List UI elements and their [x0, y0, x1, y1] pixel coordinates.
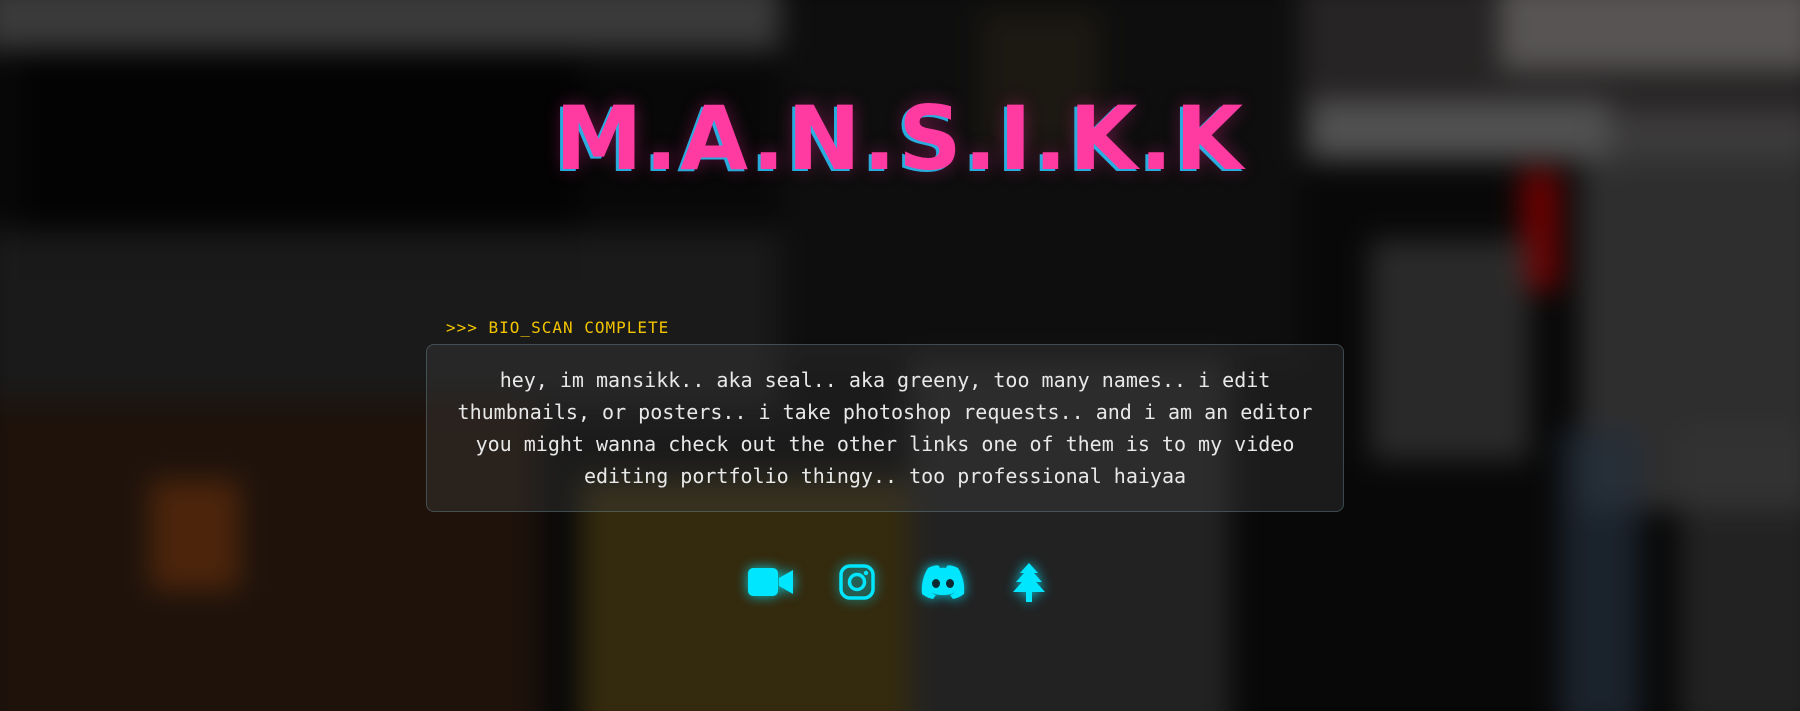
instagram-icon	[839, 564, 875, 600]
discord-icon	[921, 565, 965, 599]
discord-link[interactable]	[918, 560, 968, 604]
video-camera-icon	[748, 568, 793, 596]
bio-box: hey, im mansikk.. aka seal.. aka greeny,…	[426, 344, 1344, 512]
linktree-icon	[1013, 563, 1045, 602]
page: M.A.N.S.I.K.K >>> BIO_SCAN COMPLETE hey,…	[0, 0, 1800, 711]
social-links	[0, 560, 1800, 604]
video-portfolio-link[interactable]	[746, 560, 796, 604]
bio-scan-label: >>> BIO_SCAN COMPLETE	[446, 318, 670, 337]
instagram-link[interactable]	[832, 560, 882, 604]
site-title: M.A.N.S.I.K.K	[554, 87, 1246, 190]
bio-text: hey, im mansikk.. aka seal.. aka greeny,…	[457, 368, 1313, 488]
linktree-link[interactable]	[1004, 560, 1054, 604]
